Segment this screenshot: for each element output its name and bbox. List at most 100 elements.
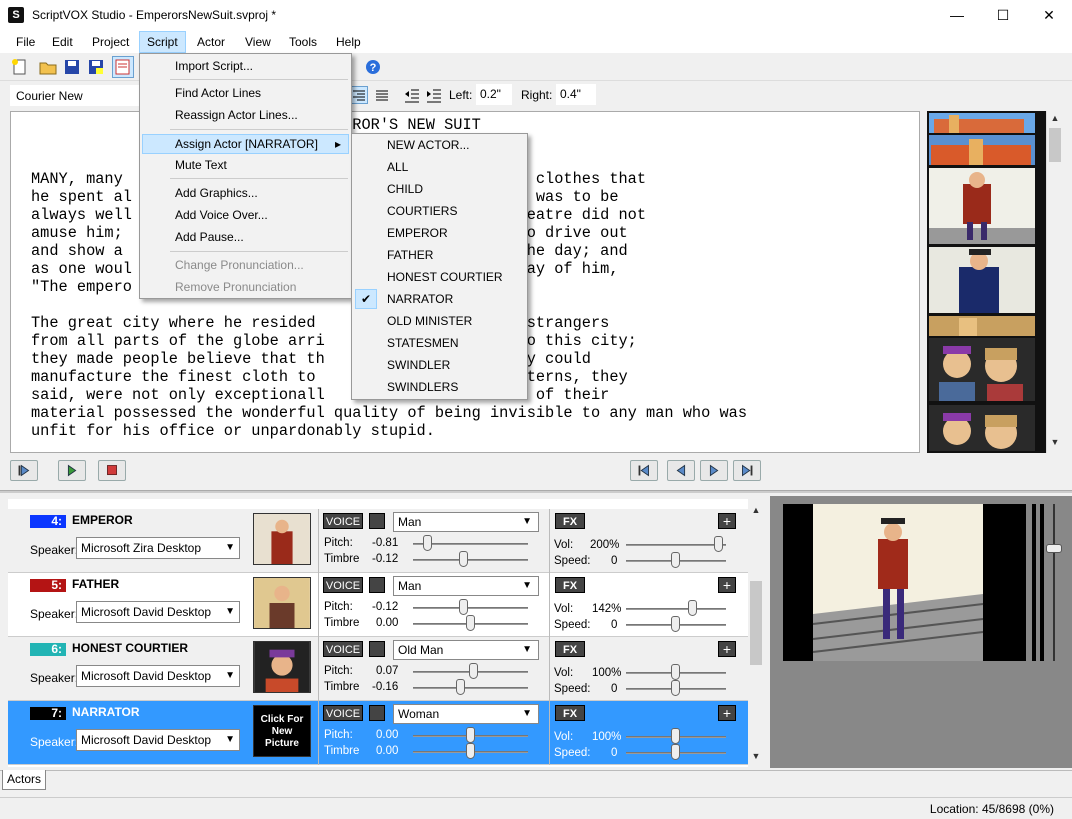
help-icon[interactable]: ?	[364, 58, 382, 76]
menu-item-mute-text[interactable]: Mute Text	[175, 155, 227, 175]
menu-view[interactable]: View	[238, 31, 278, 53]
actor-row-narrator[interactable]: 7: NARRATOR Speaker: Microsoft David Des…	[8, 701, 748, 765]
speed-slider-knob[interactable]	[671, 616, 680, 632]
graphics-strip[interactable]	[927, 111, 1063, 453]
actor-option-father[interactable]: FATHER	[387, 244, 433, 266]
click-for-new-picture[interactable]: Click For New Picture	[253, 705, 311, 757]
levels-icon[interactable]	[369, 705, 385, 721]
speaker-select[interactable]: Microsoft David Desktop ▼	[76, 729, 240, 751]
levels-icon[interactable]	[369, 513, 385, 529]
levels-icon[interactable]	[369, 641, 385, 657]
play-from-start-icon[interactable]	[10, 460, 38, 481]
fx-button[interactable]: FX	[555, 577, 585, 593]
voice-select[interactable]: Old Man ▼	[393, 640, 539, 660]
scroll-down-icon[interactable]: ▼	[749, 751, 763, 761]
expand-icon[interactable]: +	[718, 513, 736, 529]
actor-picture[interactable]	[253, 513, 311, 565]
scroll-up-icon[interactable]: ▲	[1048, 113, 1062, 125]
menu-item-reassign-actor-lines[interactable]: Reassign Actor Lines...	[175, 105, 298, 125]
menu-help[interactable]: Help	[329, 31, 368, 53]
timbre-slider-knob[interactable]	[459, 551, 468, 567]
expand-icon[interactable]: +	[718, 705, 736, 721]
menu-actor[interactable]: Actor	[190, 31, 232, 53]
master-volume-knob[interactable]	[1046, 544, 1062, 553]
timbre-slider[interactable]	[413, 687, 528, 689]
volume-slider-knob[interactable]	[688, 600, 697, 616]
castle-thumbnail[interactable]	[929, 113, 1035, 133]
actor-option-new-actor[interactable]: NEW ACTOR...	[387, 134, 469, 156]
actor-option-courtiers[interactable]: COURTIERS	[387, 200, 457, 222]
expand-icon[interactable]: +	[718, 577, 736, 593]
menu-script[interactable]: Script	[139, 31, 186, 53]
actor-row-emperor[interactable]: 4: EMPEROR Speaker: Microsoft Zira Deskt…	[8, 509, 748, 573]
stop-icon[interactable]	[98, 460, 126, 481]
pitch-slider-knob[interactable]	[469, 663, 478, 679]
menu-tools[interactable]: Tools	[282, 31, 324, 53]
increase-indent-icon[interactable]	[425, 86, 443, 104]
align-right-icon[interactable]	[350, 86, 368, 104]
scroll-up-icon[interactable]: ▲	[749, 505, 763, 515]
menu-item-add-pause[interactable]: Add Pause...	[175, 227, 244, 247]
volume-slider-knob[interactable]	[714, 536, 723, 552]
minimize-button[interactable]: —	[934, 0, 980, 31]
timbre-slider[interactable]	[413, 559, 528, 561]
scroll-down-icon[interactable]: ▼	[1048, 437, 1062, 449]
close-button[interactable]: ✕	[1026, 0, 1072, 31]
speed-slider-knob[interactable]	[671, 680, 680, 696]
scrollbar-thumb[interactable]	[750, 581, 762, 665]
play-icon[interactable]	[58, 460, 86, 481]
speed-slider-knob[interactable]	[671, 744, 680, 760]
town-thumbnail[interactable]	[929, 316, 1035, 336]
master-volume-track[interactable]	[1053, 504, 1055, 661]
menu-item-find-actor-lines[interactable]: Find Actor Lines	[175, 83, 261, 103]
emperor-thumbnail[interactable]	[929, 247, 1035, 313]
speed-slider-knob[interactable]	[671, 552, 680, 568]
scene-preview[interactable]	[783, 504, 1026, 661]
volume-slider[interactable]	[626, 544, 726, 546]
actor-picture[interactable]	[253, 577, 311, 629]
menu-file[interactable]: File	[9, 31, 42, 53]
scrollbar-thumb[interactable]	[1049, 128, 1061, 162]
save-all-icon[interactable]	[87, 58, 105, 76]
actor-picture[interactable]	[253, 641, 311, 693]
last-icon[interactable]	[733, 460, 761, 481]
actor-row-honest-courtier[interactable]: 6: HONEST COURTIER Speaker: Microsoft Da…	[8, 637, 748, 701]
voice-select[interactable]: Woman ▼	[393, 704, 539, 724]
voice-button[interactable]: VOICE	[323, 641, 363, 657]
menu-item-add-graphics[interactable]: Add Graphics...	[175, 183, 258, 203]
graphics-scrollbar[interactable]: ▲ ▼	[1046, 111, 1063, 453]
menu-edit[interactable]: Edit	[45, 31, 80, 53]
actors-scrollbar[interactable]: ▲ ▼	[748, 499, 764, 767]
pitch-slider-knob[interactable]	[459, 599, 468, 615]
menu-item-assign-actor[interactable]: Assign Actor [NARRATOR]	[175, 134, 318, 154]
courtiers-thumbnail[interactable]	[929, 338, 1035, 401]
first-icon[interactable]	[630, 460, 658, 481]
pitch-slider-knob[interactable]	[423, 535, 432, 551]
decrease-indent-icon[interactable]	[403, 86, 421, 104]
tab-actors[interactable]: Actors	[2, 770, 46, 790]
timbre-slider-knob[interactable]	[456, 679, 465, 695]
menu-item-import-script[interactable]: Import Script...	[175, 56, 253, 76]
previous-icon[interactable]	[667, 460, 695, 481]
actor-option-statesmen[interactable]: STATESMEN	[387, 332, 459, 354]
justify-icon[interactable]	[373, 86, 391, 104]
menu-project[interactable]: Project	[85, 31, 136, 53]
edit-script-icon[interactable]	[112, 56, 134, 78]
levels-icon[interactable]	[369, 577, 385, 593]
voice-select[interactable]: Man ▼	[393, 576, 539, 596]
actor-option-all[interactable]: ALL	[387, 156, 408, 178]
save-icon[interactable]	[63, 58, 81, 76]
volume-slider-knob[interactable]	[671, 728, 680, 744]
new-file-icon[interactable]	[11, 58, 29, 76]
speaker-select[interactable]: Microsoft Zira Desktop ▼	[76, 537, 240, 559]
menu-item-add-voice-over[interactable]: Add Voice Over...	[175, 205, 268, 225]
open-folder-icon[interactable]	[39, 58, 57, 76]
actor-option-swindler[interactable]: SWINDLER	[387, 354, 450, 376]
actor-option-swindlers[interactable]: SWINDLERS	[387, 376, 458, 398]
maximize-button[interactable]: ☐	[980, 0, 1026, 31]
fx-button[interactable]: FX	[555, 513, 585, 529]
actor-option-emperor[interactable]: EMPEROR	[387, 222, 448, 244]
pitch-slider-knob[interactable]	[466, 727, 475, 743]
pitch-slider[interactable]	[413, 607, 528, 609]
left-margin-input[interactable]: 0.2"	[476, 84, 512, 105]
